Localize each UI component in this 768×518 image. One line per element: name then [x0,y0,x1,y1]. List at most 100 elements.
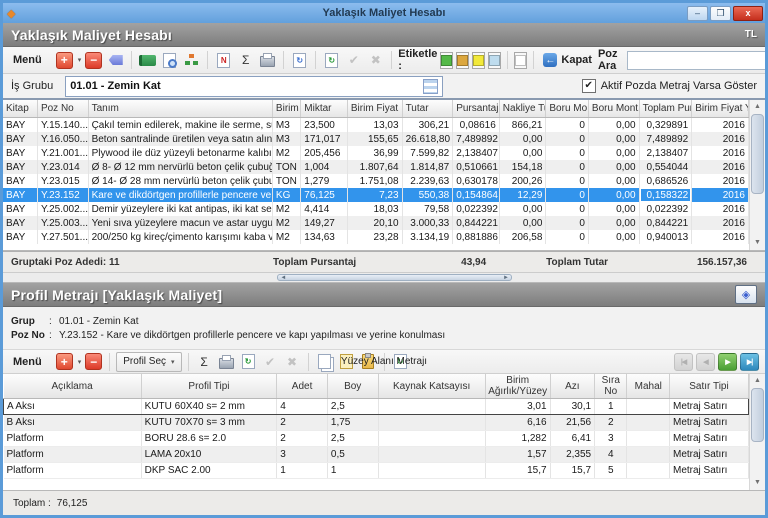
cell[interactable]: 2016 [692,118,749,133]
profil-sec-button[interactable]: Profil Seç ▾ [116,352,181,372]
column-header[interactable]: Miktar [301,100,348,118]
poz-vertical-scrollbar[interactable]: ▲ ▼ [749,100,765,250]
poz-horizontal-scrollbar[interactable]: ◄ ► [3,272,765,283]
cell[interactable]: M3 [272,132,300,146]
cell[interactable]: 154,18 [499,160,546,174]
cell[interactable]: 2,138407 [453,146,500,160]
tag-button[interactable] [106,51,125,70]
poz-search-input[interactable] [627,51,767,70]
cell[interactable]: 0,630178 [453,174,500,188]
cell[interactable]: 2,5 [327,399,378,415]
cell[interactable]: 0,00 [588,132,639,146]
cell[interactable]: 206,58 [499,230,546,244]
cell[interactable]: Plywood ile düz yüzeyli betonarme kalıbı… [88,146,272,160]
profil-remove-button[interactable]: − [84,352,103,371]
cell[interactable]: Metraj Satırı [669,431,748,447]
table-row[interactable]: PlatformLAMA 20x1030,51,572,3554Metraj S… [4,447,749,463]
cell[interactable]: 1 [595,399,627,415]
cell[interactable]: BAY [3,188,37,202]
cell[interactable]: Ø 14- Ø 28 mm nervürlü beton çelik çubuğ… [88,174,272,188]
cell[interactable]: 0 [546,160,589,174]
profil-menu-button[interactable]: Menü [9,356,52,368]
cell[interactable]: Y.25.003... [37,216,88,230]
cell[interactable]: 4,414 [301,202,348,216]
cell[interactable]: 1 [277,463,328,479]
cell[interactable]: 2.239,63 [402,174,453,188]
cell[interactable]: 0,881886 [453,230,500,244]
cell[interactable] [378,399,485,415]
cell[interactable]: Metraj Satırı [669,415,748,431]
cell[interactable] [627,399,670,415]
cell[interactable]: 866,21 [499,118,546,133]
cell[interactable]: Yeni sıva yüzeylere macun ve astar uygul… [88,216,272,230]
column-header[interactable]: Sıra No [595,374,627,399]
cell[interactable]: Platform [4,447,142,463]
cell[interactable]: 12,29 [499,188,546,202]
cell[interactable]: 3.134,19 [402,230,453,244]
cell[interactable]: 5 [595,463,627,479]
cell[interactable]: Y.15.140... [37,118,88,133]
column-header[interactable]: Birim [272,100,300,118]
cell[interactable]: 2,355 [550,447,595,463]
table-row[interactable]: BAYY.15.140...Çakıl temin edilerek, maki… [3,118,749,133]
cell[interactable]: 306,21 [402,118,453,133]
cell[interactable]: BAY [3,132,37,146]
cell[interactable]: 0,022392 [453,202,500,216]
add-dropdown-caret-icon[interactable]: ▾ [78,56,82,64]
table-row[interactable]: BAYY.23.152Kare ve dikdörtgen profillerl… [3,188,749,202]
preview-button[interactable] [160,51,179,70]
maximize-button[interactable]: ❒ [710,6,731,21]
cell[interactable]: 0 [546,230,589,244]
table-row[interactable]: BAYY.16.050...Beton santralinde üretilen… [3,132,749,146]
table-row[interactable]: PlatformDKP SAC 2.001115,715,75Metraj Sa… [4,463,749,479]
cell[interactable]: BORU 28.6 s= 2.0 [141,431,277,447]
cell[interactable]: Demir yüzeylere iki kat antipas, iki kat… [88,202,272,216]
cell[interactable]: Ø 8- Ø 12 mm nervürlü beton çelik çubuğu… [88,160,272,174]
cell[interactable]: 0,00 [499,216,546,230]
cell[interactable]: 0,00 [588,188,639,202]
close-button[interactable]: x [733,6,763,21]
cancel-button[interactable]: ✖ [366,51,385,70]
table-row[interactable]: A AksıKUTU 60X40 s= 2 mm42,53,0130,11Met… [4,399,749,415]
cell[interactable] [627,431,670,447]
column-header[interactable]: Profil Tipi [141,374,277,399]
cell[interactable]: 3.000,33 [402,216,453,230]
cell[interactable]: 0,158322 [639,188,692,202]
cell[interactable]: 36,99 [347,146,402,160]
label-color-blue-button[interactable] [488,52,501,69]
column-header[interactable]: Açıklama [4,374,142,399]
cell[interactable]: 15,7 [550,463,595,479]
column-header[interactable]: Boru Mo... [546,100,589,118]
table-row[interactable]: BAYY.23.014Ø 8- Ø 12 mm nervürlü beton ç… [3,160,749,174]
cell[interactable]: 2016 [692,216,749,230]
cell[interactable]: 26.618,80 [402,132,453,146]
cell[interactable] [378,415,485,431]
cell[interactable]: Çakıl temin edilerek, makine ile serme, … [88,118,272,133]
cell[interactable]: 0,844221 [639,216,692,230]
column-header[interactable]: Tutar [402,100,453,118]
scroll-up-icon[interactable]: ▲ [754,100,761,114]
cell[interactable]: 0,844221 [453,216,500,230]
cell[interactable]: 0,00 [499,202,546,216]
cell[interactable]: M2 [272,216,300,230]
cell[interactable]: KUTU 70X70 s= 3 mm [141,415,277,431]
cell[interactable]: 4 [595,447,627,463]
cell[interactable]: 20,10 [347,216,402,230]
cell[interactable]: KUTU 60X40 s= 2 mm [141,399,277,415]
column-header[interactable]: Kitap [3,100,37,118]
cell[interactable] [378,463,485,479]
cell[interactable]: 1 [327,463,378,479]
note-button[interactable]: N [214,51,233,70]
cell[interactable]: 0,00 [588,118,639,133]
scrollbar-thumb[interactable] [751,388,764,442]
cell[interactable]: Platform [4,463,142,479]
cell[interactable]: B Aksı [4,415,142,431]
profil-nav-next-button[interactable]: ▶ [718,353,737,371]
cell[interactable]: 2016 [692,202,749,216]
cell[interactable]: 0,329891 [639,118,692,133]
table-row[interactable]: BAYY.23.015Ø 14- Ø 28 mm nervürlü beton … [3,174,749,188]
cell[interactable]: 0,00 [588,174,639,188]
cell[interactable]: 6,41 [550,431,595,447]
profil-nav-last-button[interactable]: ▶| [740,353,759,371]
cell[interactable]: Y.25.002... [37,202,88,216]
